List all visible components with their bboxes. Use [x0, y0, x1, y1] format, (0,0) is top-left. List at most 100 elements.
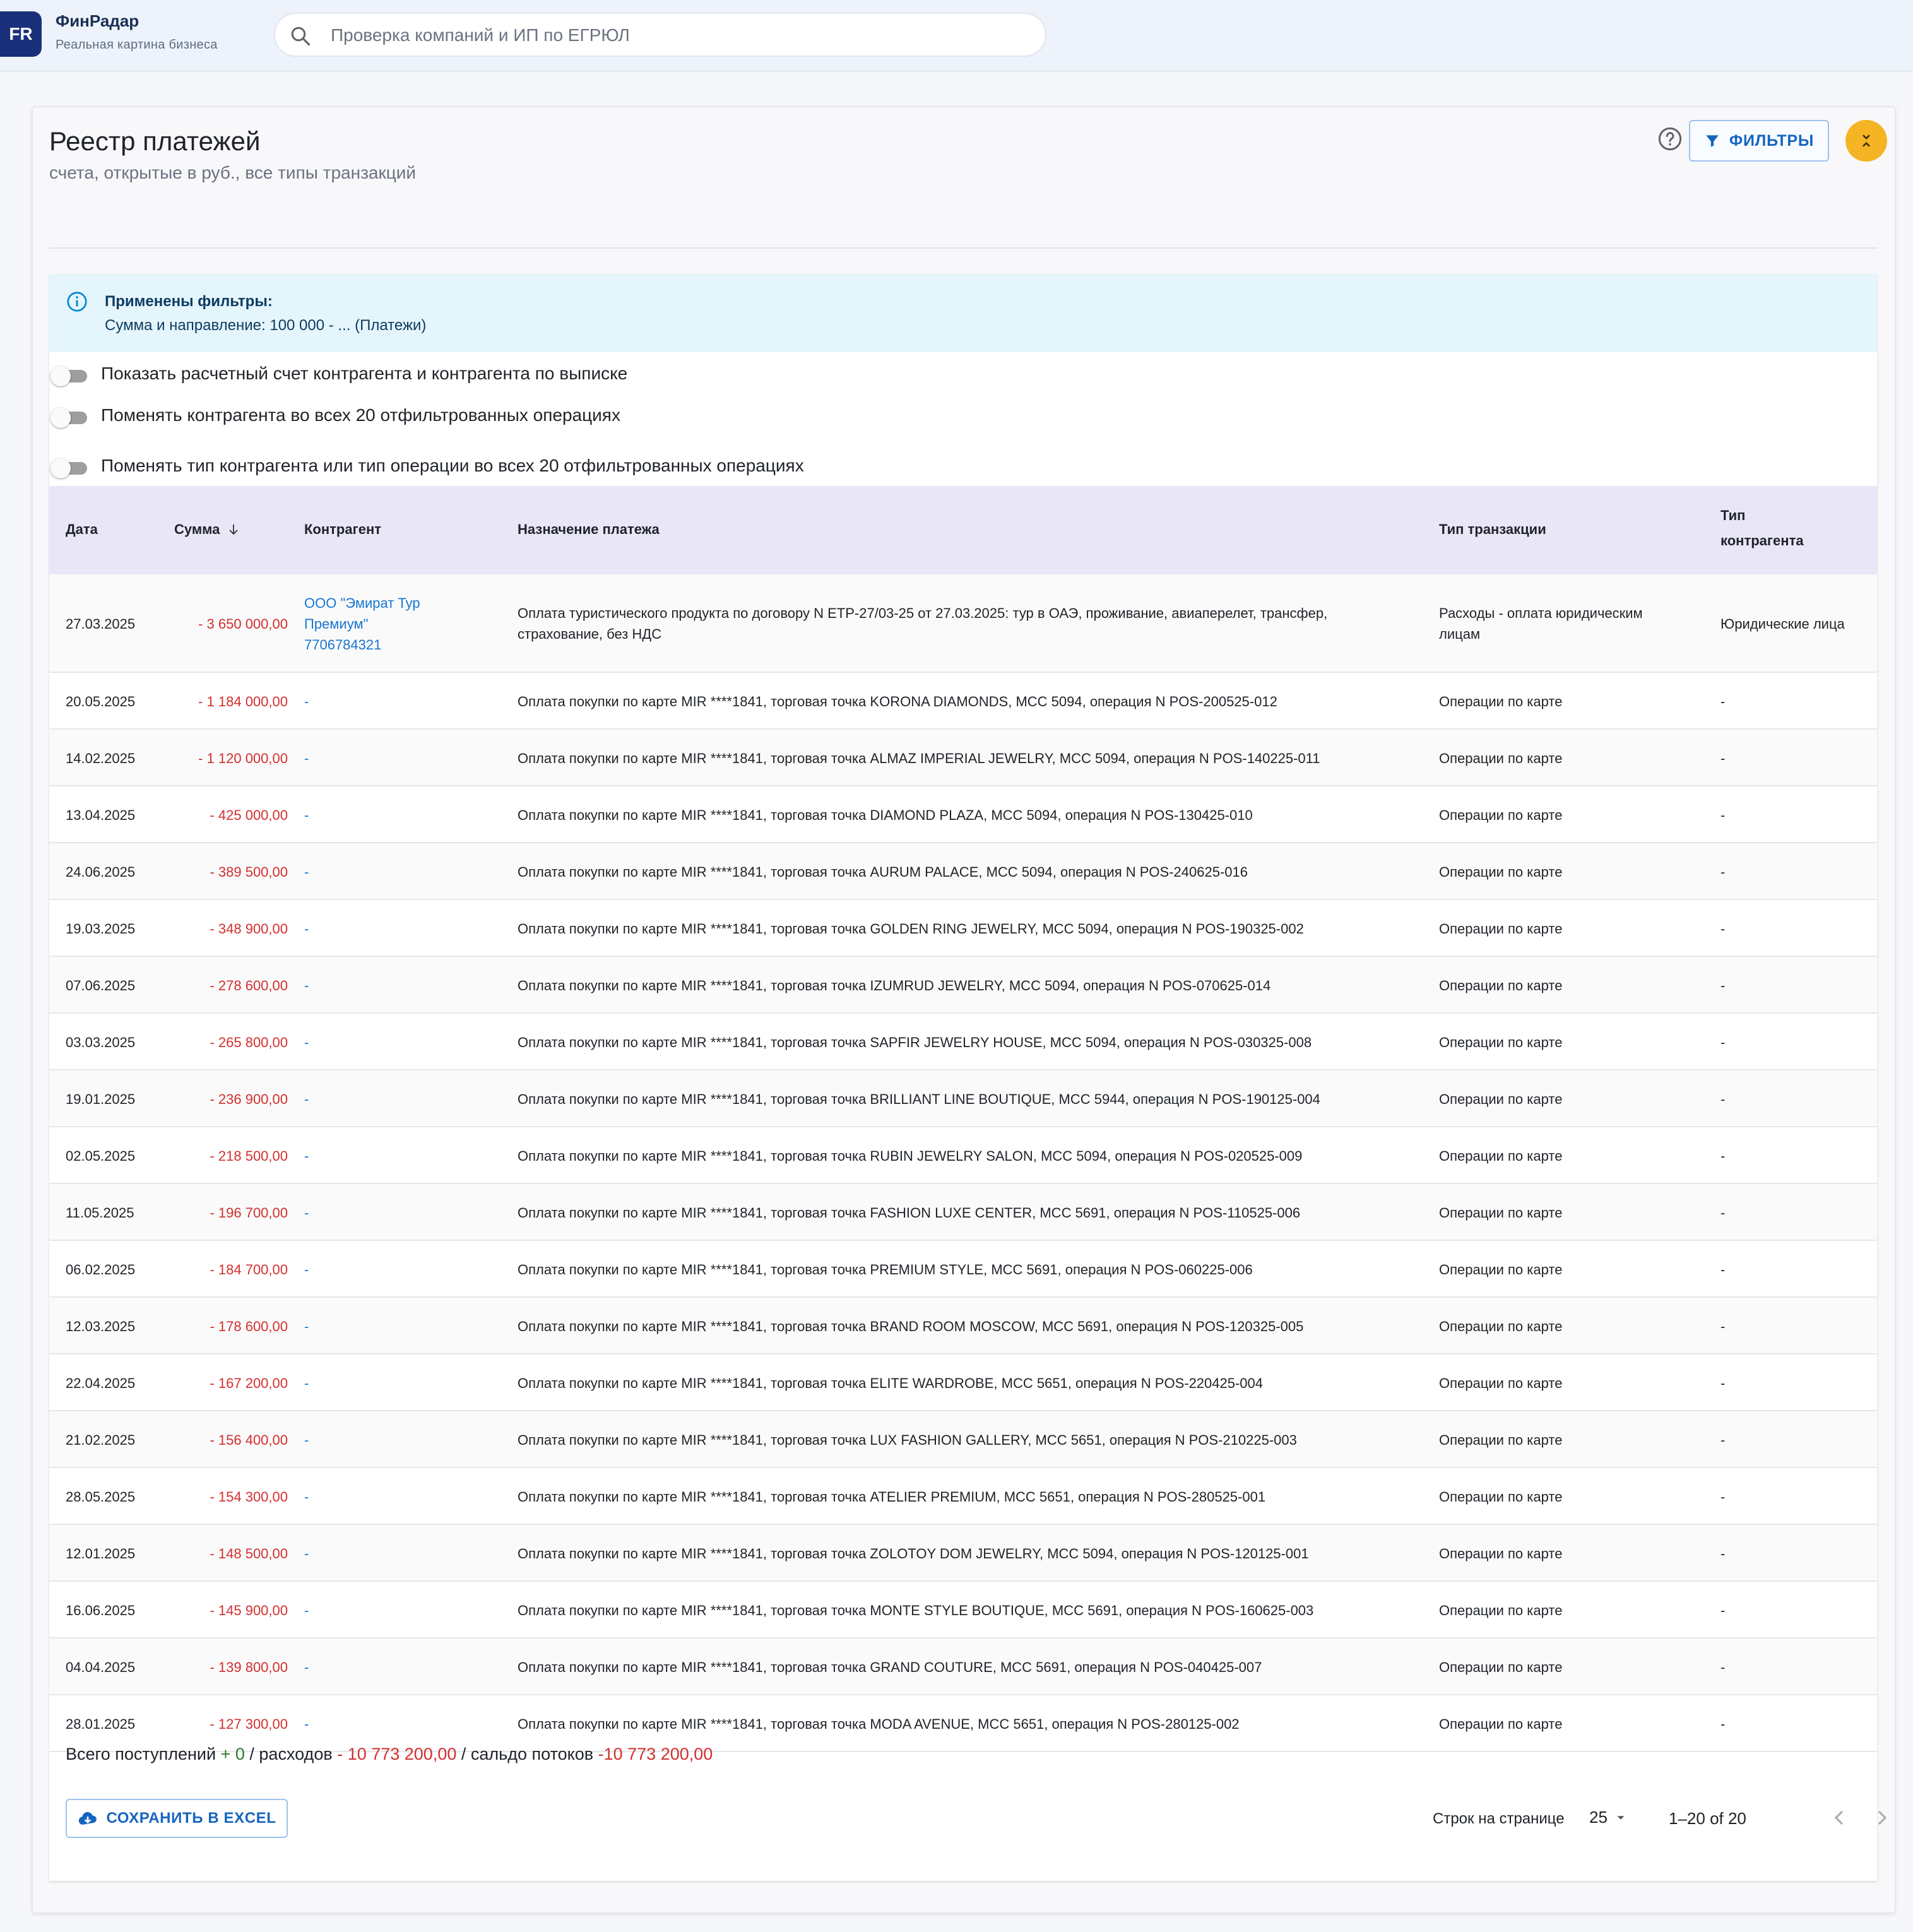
cell-counterparty[interactable]: - — [304, 862, 309, 882]
alert-text: Сумма и направление: 100 000 - ... (Плат… — [105, 317, 427, 334]
cell-cp-type: - — [1721, 694, 1726, 709]
info-icon — [67, 292, 87, 312]
cell-counterparty[interactable]: - — [304, 1714, 309, 1734]
table-row[interactable]: 04.04.2025- 139 800,00- Оплата покупки по… — [49, 1639, 1877, 1695]
cell-tx-type: Операции по карте — [1439, 975, 1562, 996]
rows-per-page-select[interactable]: 25 — [1589, 1808, 1628, 1827]
cell-counterparty[interactable]: - — [304, 1202, 309, 1223]
table-row[interactable]: 27.03.2025 - 3 650 000,00 ООО "Эмират Тур П… — [49, 574, 1877, 673]
table-row[interactable]: 21.02.2025- 156 400,00- Оплата покупки по… — [49, 1411, 1877, 1468]
header-date[interactable]: Дата — [66, 521, 98, 538]
cell-counterparty-line: ООО "Эмират Тур — [304, 595, 420, 611]
cell-counterparty[interactable]: - — [304, 1032, 309, 1053]
search-input[interactable] — [329, 21, 1026, 49]
table-row[interactable]: 12.01.2025- 148 500,00- Оплата покупки по… — [49, 1525, 1877, 1582]
cell-counterparty-line: - — [304, 1546, 309, 1562]
cell-purpose: Оплата покупки по карте MIR ****1841, то… — [518, 1089, 1320, 1110]
table-row[interactable]: 16.06.2025 - 145 900,00 - Оплата покупки по… — [49, 1582, 1877, 1639]
table-row[interactable]: 19.03.2025- 348 900,00- Оплата покупки по… — [49, 900, 1877, 957]
table-row[interactable]: 02.05.2025- 218 500,00- Оплата покупки по… — [49, 1127, 1877, 1184]
collapse-button[interactable] — [1845, 120, 1887, 162]
cell-date: 13.04.2025 — [66, 807, 136, 823]
cell-tx-type: Операции по карте — [1439, 1600, 1562, 1621]
table-row[interactable]: 07.06.2025 - 278 600,00 - Оплата покупки по… — [49, 957, 1877, 1014]
page-title: Реестр платежей — [49, 126, 261, 156]
table-row[interactable]: 28.05.2025- 154 300,00- Оплата покупки по… — [49, 1468, 1877, 1525]
cell-tx-type-line: Операции по карте — [1439, 1148, 1563, 1164]
cell-purpose: Оплата покупки по карте MIR ****1841, то… — [518, 691, 1277, 712]
cell-cp-type: - — [1721, 1432, 1726, 1448]
cell-counterparty[interactable]: - — [304, 691, 309, 712]
cell-counterparty[interactable]: - — [304, 1430, 309, 1450]
chevron-left-icon[interactable] — [1827, 1805, 1852, 1830]
table-row[interactable]: 28.01.2025- 127 300,00- Оплата покупки по… — [49, 1695, 1877, 1752]
toggle-switch[interactable] — [50, 408, 88, 428]
cell-counterparty[interactable]: - — [304, 1146, 309, 1166]
cell-tx-type-line: Расходы - оплата юридическим — [1439, 605, 1643, 621]
help-circle-icon[interactable] — [1657, 126, 1683, 151]
toggle-change-type[interactable]: Поменять тип контрагента или тип операци… — [49, 454, 1059, 480]
collapse-icon — [1863, 134, 1870, 147]
cell-amount: - 218 500,00 — [210, 1148, 288, 1164]
cell-purpose: Оплата покупки по карте MIR ****1841, то… — [518, 805, 1253, 826]
table-row[interactable]: 20.05.2025 - 1 184 000,00 - Оплата покупки … — [49, 673, 1877, 730]
cell-counterparty[interactable]: - — [304, 805, 309, 826]
search-box[interactable] — [274, 13, 1046, 57]
toggle-change-counterparty[interactable]: Поменять контрагента во всех 20 отфильтр… — [49, 404, 1059, 429]
cell-counterparty[interactable]: - — [304, 1259, 309, 1280]
cell-counterparty[interactable]: - — [304, 1316, 309, 1337]
cell-counterparty[interactable]: - — [304, 1657, 309, 1678]
cell-purpose: Оплата покупки по карте MIR ****1841, то… — [518, 1714, 1240, 1734]
save-excel-button[interactable]: СОХРАНИТЬ В EXCEL — [66, 1799, 288, 1838]
cell-counterparty[interactable]: - — [304, 1543, 309, 1564]
cell-cp-type: - — [1721, 1148, 1726, 1164]
cell-date: 24.06.2025 — [66, 864, 136, 880]
cell-purpose-line: Оплата покупки по карте MIR ****1841, то… — [518, 1148, 1303, 1164]
cell-tx-type: Операции по карте — [1439, 691, 1562, 712]
cell-cp-type: - — [1721, 1489, 1726, 1505]
header-cp-type[interactable]: Тип контрагента — [1721, 507, 1804, 549]
header-tx-type[interactable]: Тип транзакции — [1439, 521, 1546, 538]
cell-counterparty-line: - — [304, 1489, 309, 1505]
cell-purpose: Оплата туристического продукта по догово… — [518, 603, 1327, 644]
cell-counterparty-line: - — [304, 1091, 309, 1107]
cell-counterparty[interactable]: - — [304, 1089, 309, 1110]
chevron-right-icon[interactable] — [1869, 1805, 1895, 1830]
table-row[interactable]: 19.01.2025- 236 900,00- Оплата покупки по… — [49, 1070, 1877, 1127]
cell-tx-type: Операции по карте — [1439, 1373, 1562, 1394]
cell-counterparty-line: - — [304, 1262, 309, 1277]
table-row[interactable]: 14.02.2025- 1 120 000,00- Оплата покупки … — [49, 730, 1877, 786]
table-row[interactable]: 11.05.2025- 196 700,00- Оплата покупки по… — [49, 1184, 1877, 1241]
header-purpose[interactable]: Назначение платежа — [518, 521, 660, 538]
header-amount[interactable]: Сумма — [174, 521, 241, 538]
cell-counterparty[interactable]: - — [304, 748, 309, 769]
cell-cp-type: - — [1721, 1319, 1726, 1334]
cell-counterparty[interactable]: - — [304, 918, 309, 939]
cell-purpose-line: Оплата покупки по карте MIR ****1841, то… — [518, 750, 1320, 766]
app-logo[interactable]: FR — [0, 11, 42, 57]
income-label: Всего поступлений — [66, 1745, 216, 1763]
cell-purpose-line: Оплата покупки по карте MIR ****1841, то… — [518, 807, 1253, 823]
toggle-label: Поменять тип контрагента или тип операци… — [101, 456, 804, 475]
cell-counterparty[interactable]: - — [304, 1600, 309, 1621]
header-counterparty[interactable]: Контрагент — [304, 521, 381, 538]
cell-counterparty[interactable]: - — [304, 1486, 309, 1507]
cell-counterparty[interactable]: ООО "Эмират Тур Премиум" 7706784321 — [304, 593, 420, 655]
cell-amount: - 278 600,00 — [210, 978, 288, 993]
table-row[interactable]: 03.03.2025- 265 800,00- Оплата покупки по… — [49, 1014, 1877, 1070]
table-row[interactable]: 06.02.2025 - 184 700,00 - Оплата покупки по… — [49, 1241, 1877, 1298]
cell-counterparty[interactable]: - — [304, 1373, 309, 1394]
toggle-switch[interactable] — [50, 366, 88, 386]
cell-tx-type-line: Операции по карте — [1439, 1432, 1563, 1448]
cell-tx-type: Операции по карте — [1439, 1202, 1562, 1223]
table-row[interactable]: 24.06.2025- 389 500,00- Оплата покупки по… — [49, 843, 1877, 900]
cell-counterparty[interactable]: - — [304, 975, 309, 996]
table-row[interactable]: 12.03.2025 - 178 600,00 - Оплата покупки по… — [49, 1298, 1877, 1354]
toggle-show-account[interactable]: Показать расчетный счет контрагента и ко… — [49, 362, 1059, 388]
save-excel-label: СОХРАНИТЬ В EXCEL — [106, 1810, 276, 1827]
table-row[interactable]: 13.04.2025- 425 000,00- Оплата покупки по… — [49, 786, 1877, 843]
filters-button[interactable]: ФИЛЬТРЫ — [1689, 120, 1829, 162]
table-row[interactable]: 22.04.2025- 167 200,00- Оплата покупки по… — [49, 1354, 1877, 1411]
cell-cp-type: - — [1721, 864, 1726, 880]
toggle-switch[interactable] — [50, 458, 88, 478]
